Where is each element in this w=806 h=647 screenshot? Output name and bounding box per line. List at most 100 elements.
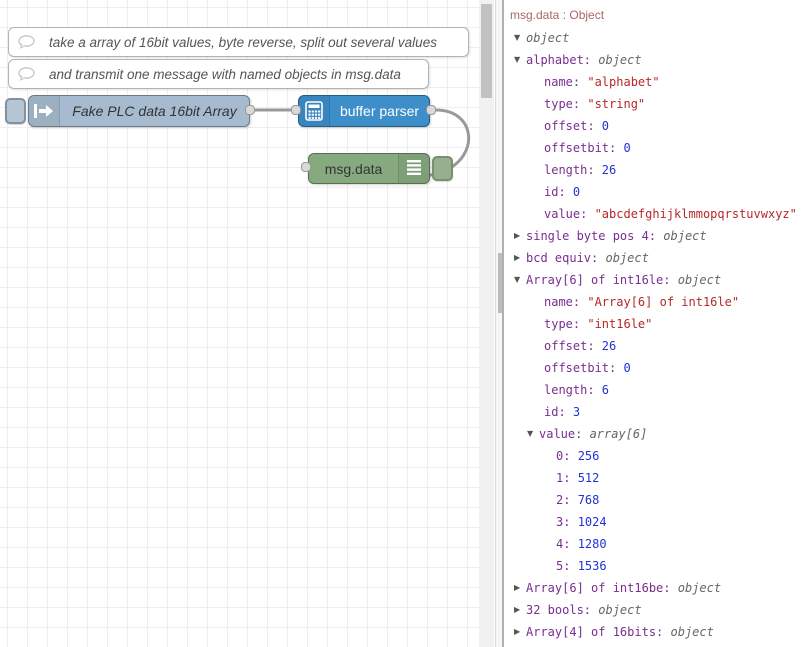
buffer-parser-input-port[interactable] xyxy=(291,105,301,115)
tree-row[interactable]: ▼ Array[6] of int16le: object xyxy=(504,269,806,291)
tree-row: name: "alphabet" xyxy=(504,71,806,93)
tree-key: type: xyxy=(544,97,587,111)
node-label: msg.data xyxy=(309,161,398,177)
tree-key: 32 bools: xyxy=(526,603,598,617)
tree-key: Array[4] of 16bits: xyxy=(526,625,671,639)
tree-value: 3 xyxy=(573,405,580,419)
comment-node[interactable]: take a array of 16bit values, byte rever… xyxy=(8,27,469,57)
tree-row: type: "int16le" xyxy=(504,313,806,335)
node-label: buffer parser xyxy=(330,103,429,119)
tree-row[interactable]: ▶single byte pos 4: object xyxy=(504,225,806,247)
inject-button[interactable] xyxy=(5,98,26,124)
inject-arrow-icon xyxy=(29,96,60,126)
tree-value: object xyxy=(678,273,721,287)
tree-key: Array[6] of int16be: xyxy=(526,581,678,595)
tree-key: bcd equiv: xyxy=(526,251,605,265)
caret-right-icon[interactable]: ▶ xyxy=(514,621,520,643)
tree-key: 4: xyxy=(556,537,578,551)
tree-key: 3: xyxy=(556,515,578,529)
tree-key: 2: xyxy=(556,493,578,507)
caret-down-icon[interactable]: ▼ xyxy=(514,269,520,291)
tree-row: id: 3 xyxy=(504,401,806,423)
comment-node[interactable]: and transmit one message with named obje… xyxy=(8,59,429,89)
inject-node[interactable]: Fake PLC data 16bit Array xyxy=(28,95,250,127)
tree-value: object xyxy=(663,229,706,243)
tree-row: name: "Array[6] of int16le" xyxy=(504,291,806,313)
caret-down-icon[interactable]: ▼ xyxy=(514,49,520,71)
tree-value: "alphabet" xyxy=(587,75,659,89)
tree-value: array[6] xyxy=(590,427,648,441)
tree-value: 1280 xyxy=(578,537,607,551)
tree-key: name: xyxy=(544,295,587,309)
comment-text: take a array of 16bit values, byte rever… xyxy=(43,35,437,50)
calculator-icon xyxy=(299,96,330,126)
flow-canvas[interactable]: take a array of 16bit values, byte rever… xyxy=(0,0,479,647)
tree-row: 1: 512 xyxy=(504,467,806,489)
tree-value: 0 xyxy=(623,361,630,375)
tree-value: 0 xyxy=(573,185,580,199)
tree-row: type: "string" xyxy=(504,93,806,115)
canvas-vertical-scrollbar[interactable] xyxy=(479,0,494,647)
tree-row: 4: 1280 xyxy=(504,533,806,555)
tree-key: offsetbit: xyxy=(544,361,623,375)
debug-list-icon xyxy=(398,154,429,183)
caret-right-icon[interactable]: ▶ xyxy=(514,225,520,247)
tree-row: length: 6 xyxy=(504,379,806,401)
tree-value: 0 xyxy=(623,141,630,155)
canvas-scrollbar-thumb[interactable] xyxy=(481,4,492,98)
debug-message-header[interactable]: msg.data : Object xyxy=(504,0,806,22)
tree-row: 3: 1024 xyxy=(504,511,806,533)
tree-row: value: "abcdefghijklmmopqrstuvwxyz" xyxy=(504,203,806,225)
tree-row: 5: 1536 xyxy=(504,555,806,577)
tree-key: offset: xyxy=(544,339,602,353)
tree-key: value: xyxy=(539,427,590,441)
tree-row[interactable]: ▶ Array[6] of int16be: object xyxy=(504,577,806,599)
tree-value: object xyxy=(678,581,721,595)
tree-key: offset: xyxy=(544,119,602,133)
tree-value: 256 xyxy=(578,449,600,463)
buffer-parser-output-port[interactable] xyxy=(426,105,436,115)
tree-key: id: xyxy=(544,185,573,199)
tree-value: 512 xyxy=(578,471,600,485)
tree-key: length: xyxy=(544,383,602,397)
buffer-parser-node[interactable]: buffer parser xyxy=(298,95,430,127)
tree-key: name: xyxy=(544,75,587,89)
tree-value: object xyxy=(598,53,641,67)
debug-toggle-button[interactable] xyxy=(432,156,453,181)
debug-sidebar: msg.data : Object ▼object▼alphabet: obje… xyxy=(504,0,806,647)
caret-down-icon[interactable]: ▼ xyxy=(514,27,520,49)
tree-key: alphabet: xyxy=(526,53,598,67)
tree-row: length: 26 xyxy=(504,159,806,181)
tree-row: offsetbit: 0 xyxy=(504,357,806,379)
tree-row[interactable]: ▼object xyxy=(504,27,806,49)
tree-row[interactable]: ▶ bcd equiv: object xyxy=(504,247,806,269)
tree-key: length: xyxy=(544,163,602,177)
tree-value: object xyxy=(671,625,714,639)
tree-row[interactable]: ▶ 32 bools: object xyxy=(504,599,806,621)
tree-row[interactable]: ▶ Array[4] of 16bits: object xyxy=(504,621,806,643)
caret-right-icon[interactable]: ▶ xyxy=(514,577,520,599)
comment-text: and transmit one message with named obje… xyxy=(43,67,401,82)
sidebar-vertical-scrollbar[interactable] xyxy=(495,0,502,647)
tree-value: "string" xyxy=(587,97,645,111)
tree-value: object xyxy=(605,251,648,265)
tree-value: 1024 xyxy=(578,515,607,529)
debug-input-port[interactable] xyxy=(301,162,311,172)
tree-row[interactable]: ▼ alphabet: object xyxy=(504,49,806,71)
tree-key: 5: xyxy=(556,559,578,573)
tree-row[interactable]: ▼ value: array[6] xyxy=(504,423,806,445)
tree-value: 26 xyxy=(602,339,616,353)
caret-right-icon[interactable]: ▶ xyxy=(514,247,520,269)
inject-output-port[interactable] xyxy=(245,105,255,115)
comment-bubble-icon xyxy=(9,35,43,49)
tree-key: Array[6] of int16le: xyxy=(526,273,678,287)
caret-down-icon[interactable]: ▼ xyxy=(527,423,533,445)
debug-tree: ▼object▼alphabet: objectname: "alphabet"… xyxy=(504,27,806,643)
tree-value: object xyxy=(598,603,641,617)
tree-value: 1536 xyxy=(578,559,607,573)
caret-right-icon[interactable]: ▶ xyxy=(514,599,520,621)
sidebar-scrollbar-thumb[interactable] xyxy=(498,253,502,313)
tree-row: 0: 256 xyxy=(504,445,806,467)
debug-node[interactable]: msg.data xyxy=(308,153,430,184)
node-label: Fake PLC data 16bit Array xyxy=(60,103,249,119)
